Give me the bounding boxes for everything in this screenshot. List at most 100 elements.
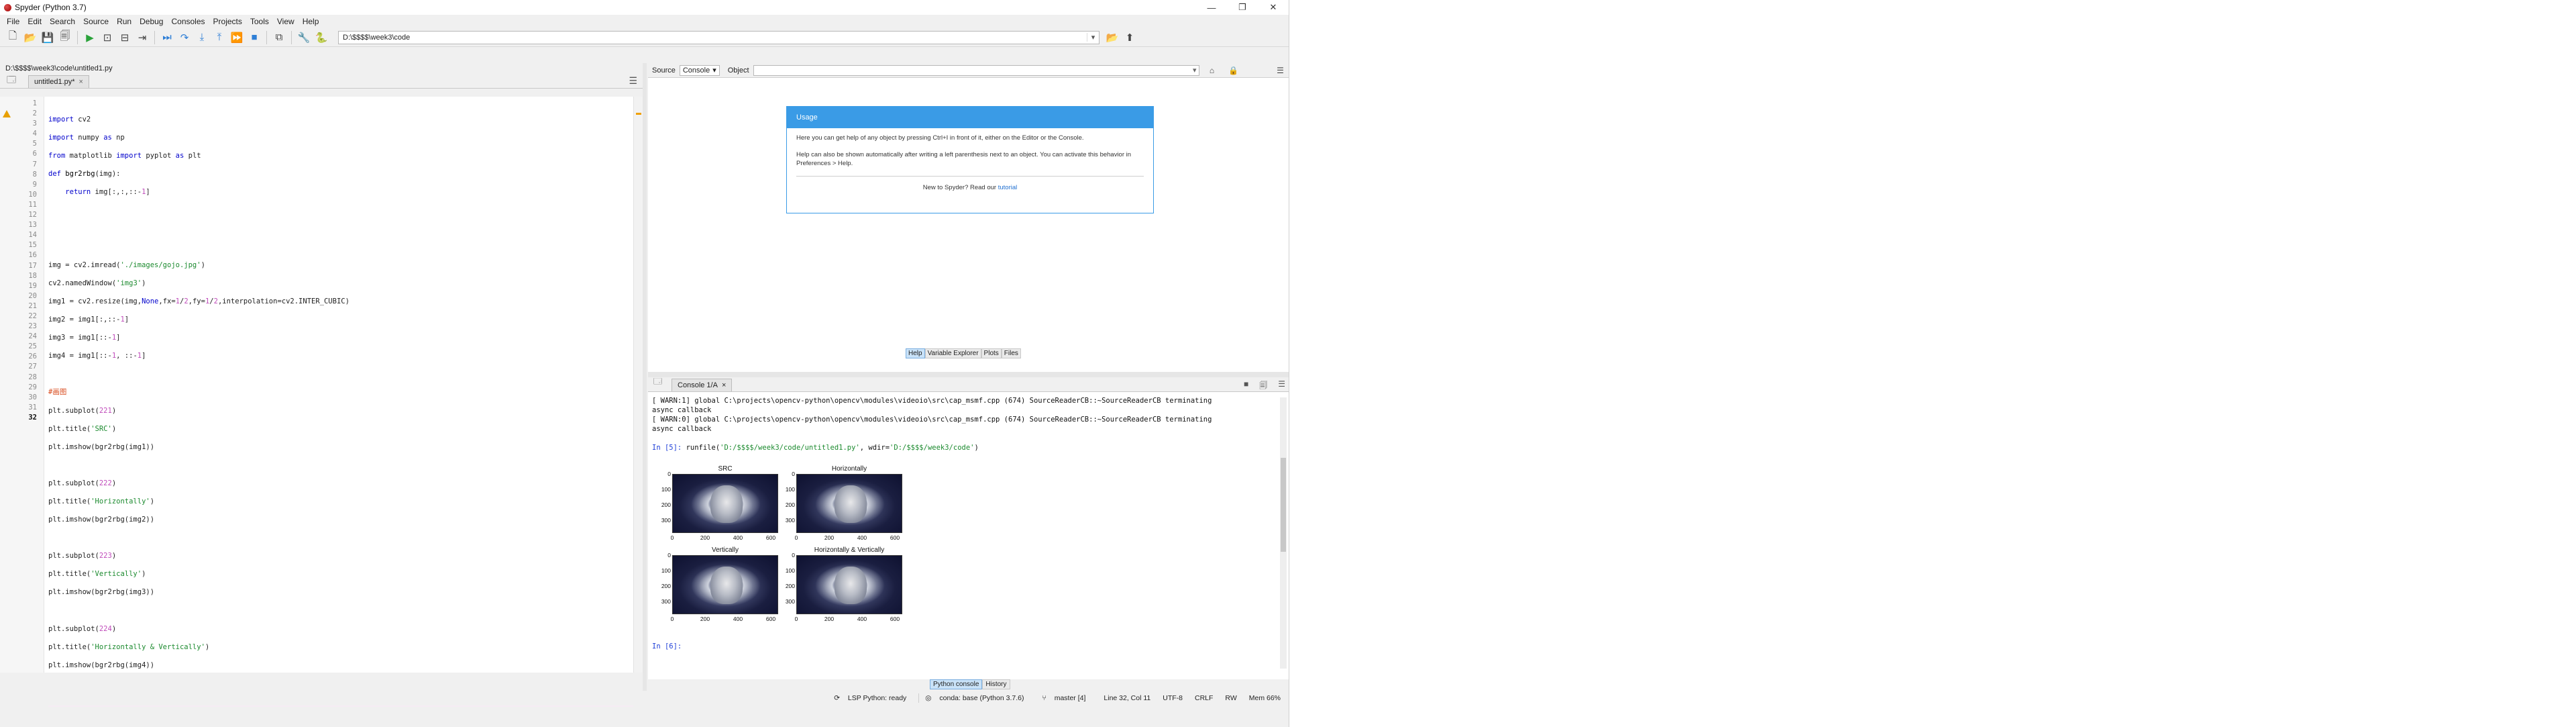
console-tab[interactable]: Console 1/A × — [672, 379, 733, 391]
editor-tab-untitled1[interactable]: untitled1.py* × — [28, 75, 89, 88]
maximize-pane-icon[interactable]: ⧉ — [270, 30, 288, 46]
source-select[interactable]: Console ▾ — [679, 64, 720, 76]
stop-debug-icon[interactable]: ■ — [246, 30, 263, 46]
help-options-icon[interactable]: ☰ — [1272, 66, 1289, 75]
new-to-spyder-text: New to Spyder? Read our — [922, 184, 998, 191]
menu-source[interactable]: Source — [79, 17, 113, 26]
source-label: Source — [652, 66, 676, 75]
warning-icon[interactable] — [3, 110, 11, 117]
line-number: 31 — [28, 403, 37, 411]
tutorial-link[interactable]: tutorial — [998, 184, 1018, 191]
close-tab-icon[interactable]: × — [722, 381, 726, 389]
new-file-icon[interactable]: 🗋 — [4, 30, 21, 46]
tab-plots[interactable]: Plots — [981, 348, 1002, 358]
run-cell-advance-icon[interactable]: ⊟ — [116, 30, 133, 46]
save-all-icon[interactable]: 🗐 — [56, 30, 74, 46]
close-button[interactable]: ✕ — [1258, 0, 1289, 15]
step-return-icon[interactable]: ⤒ — [211, 30, 228, 46]
console-scrollbar-thumb[interactable] — [1281, 458, 1286, 552]
menu-tools[interactable]: Tools — [246, 17, 273, 26]
runfile-call: , wdir= — [859, 444, 890, 452]
run-cell-icon[interactable]: ⊡ — [99, 30, 116, 46]
y-tick: 100 — [661, 486, 671, 493]
console-pane: 🗔 Console 1/A × ■ 🗐 ☰ [ WARN:1] global C… — [648, 377, 1289, 679]
stop-kernel-icon[interactable]: ■ — [1244, 379, 1248, 393]
tab-variable-explorer[interactable]: Variable Explorer — [924, 348, 981, 358]
console-scrollbar[interactable] — [1280, 397, 1287, 669]
horizontal-splitter[interactable] — [648, 372, 1289, 377]
tab-python-console[interactable]: Python console — [930, 679, 983, 689]
run-selection-icon[interactable]: ⇥ — [133, 30, 151, 46]
line-number: 6 — [32, 150, 37, 158]
home-icon[interactable]: ⌂ — [1203, 66, 1221, 75]
tab-help[interactable]: Help — [906, 348, 925, 358]
open-file-icon[interactable]: 📂 — [21, 30, 39, 46]
menu-debug[interactable]: Debug — [136, 17, 167, 26]
line-number: 9 — [32, 180, 37, 189]
menu-edit[interactable]: Edit — [23, 17, 46, 26]
editor-file-path: D:\$$$$\week3\code\untitled1.py — [5, 64, 113, 72]
editor-scrollbar[interactable] — [633, 97, 643, 673]
code-editor[interactable]: 1 2 3 4 5 6 7 8 9 10 11 12 13 14 15 16 17 18 19 20 21 22 23 24 2… — [0, 97, 643, 708]
editor-pane: D:\$$$$\week3\code\untitled1.py 🗔 untitl… — [0, 63, 643, 708]
tab-files[interactable]: Files — [1001, 348, 1021, 358]
continue-icon[interactable]: ⏩ — [228, 30, 246, 46]
browse-tabs-icon[interactable]: 🗔 — [4, 75, 19, 88]
line-number: 1 — [32, 99, 37, 107]
divider — [796, 176, 1144, 177]
clear-console-icon[interactable]: 🗐 — [1259, 379, 1267, 393]
y-tick: 300 — [785, 598, 795, 605]
python-path-icon[interactable]: 🐍 — [313, 30, 330, 46]
step-into-icon[interactable]: ⤓ — [193, 30, 211, 46]
line-number: 11 — [28, 200, 37, 209]
usage-body: Here you can get help of any object by p… — [787, 128, 1153, 197]
menu-projects[interactable]: Projects — [209, 17, 246, 26]
spyder-window: Spyder (Python 3.7) — ❐ ✕ File Edit Sear… — [0, 0, 1289, 727]
tab-history[interactable]: History — [982, 679, 1010, 689]
run-icon[interactable]: ▶ — [81, 30, 99, 46]
line-number: 29 — [28, 383, 37, 391]
menu-search[interactable]: Search — [46, 17, 79, 26]
browse-directory-icon[interactable]: 📂 — [1104, 30, 1121, 46]
x-tick: 400 — [733, 534, 743, 541]
menu-view[interactable]: View — [273, 17, 299, 26]
file-permissions: RW — [1225, 694, 1237, 702]
minimize-button[interactable]: — — [1196, 0, 1227, 15]
working-directory-field[interactable]: D:\$$$$\week3\code ▾ — [338, 30, 1099, 44]
editor-options-icon[interactable]: ☰ — [629, 75, 637, 87]
browse-tabs-icon[interactable]: 🗔 — [653, 375, 662, 391]
parent-directory-icon[interactable]: ⬆ — [1121, 30, 1138, 46]
inline-figure: SRC 0 100 200 300 0 200 400 600 Horizont… — [652, 463, 914, 632]
lsp-status: ⟳ LSP Python: ready — [828, 694, 918, 702]
x-tick: 400 — [857, 616, 867, 622]
menu-file[interactable]: File — [3, 17, 23, 26]
step-icon[interactable]: ↷ — [176, 30, 193, 46]
lock-icon[interactable]: 🔒 — [1225, 66, 1242, 75]
menu-run[interactable]: Run — [113, 17, 136, 26]
maximize-button[interactable]: ❐ — [1227, 0, 1258, 15]
chevron-down-icon[interactable]: ▾ — [1087, 33, 1099, 42]
console-input-line: In [5]: runfile('D:/$$$$/week3/code/unti… — [652, 443, 1275, 452]
code-line: img3 = img1[::-1] — [48, 334, 121, 342]
menu-consoles[interactable]: Consoles — [167, 17, 209, 26]
x-tick: 200 — [824, 616, 835, 622]
debug-icon[interactable]: ⏭ — [158, 30, 176, 46]
y-tick: 0 — [667, 552, 671, 559]
console-output[interactable]: [ WARN:1] global C:\projects\opencv-pyth… — [648, 395, 1279, 670]
console-options-icon[interactable]: ☰ — [1278, 379, 1285, 393]
x-ticks: 0 200 400 600 — [795, 534, 902, 542]
line-number: 20 — [28, 291, 37, 300]
x-tick: 400 — [857, 534, 867, 541]
console-pane-tabs: Python console History — [930, 679, 1010, 689]
save-icon[interactable]: 💾 — [39, 30, 56, 46]
preferences-icon[interactable]: 🔧 — [295, 30, 313, 46]
line-number: 21 — [28, 301, 37, 310]
object-input[interactable]: ▾ — [753, 64, 1199, 76]
line-number: 26 — [28, 352, 37, 361]
console-line: [ WARN:0] global C:\projects\opencv-pyth… — [652, 416, 1212, 424]
menu-help[interactable]: Help — [299, 17, 323, 26]
close-tab-icon[interactable]: × — [79, 78, 83, 86]
vertical-splitter[interactable] — [643, 63, 647, 691]
code-text[interactable]: import cv2 import numpy as np from matpl… — [44, 97, 639, 708]
